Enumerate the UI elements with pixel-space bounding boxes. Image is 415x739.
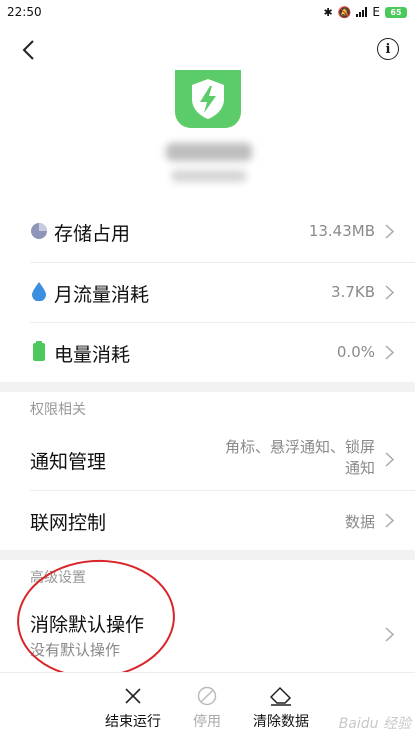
notification-value-line2: 通知 — [344, 459, 375, 477]
mute-icon: 🔕 — [337, 5, 352, 19]
clear-data-button[interactable]: 清除数据 — [246, 685, 316, 731]
power-label: 电量消耗 — [54, 344, 131, 366]
info-button[interactable]: i — [377, 38, 399, 60]
notification-value: 角标、悬浮通知、锁屏 通知 — [215, 437, 375, 479]
chevron-right-icon — [383, 283, 395, 301]
clear-data-label: 清除数据 — [253, 714, 309, 730]
chevron-right-icon — [383, 625, 395, 643]
traffic-value: 3.7KB — [331, 283, 375, 301]
app-name-blurred — [166, 143, 252, 161]
notification-row[interactable]: 通知管理 角标、悬浮通知、锁屏 通知 — [0, 428, 415, 490]
back-button[interactable] — [14, 36, 42, 64]
disable-button: 停用 — [172, 685, 242, 731]
advanced-header: 高级设置 — [30, 570, 86, 586]
network-control-row[interactable]: 联网控制 数据 — [0, 490, 415, 550]
storage-value: 13.43MB — [308, 222, 375, 240]
shield-bolt-icon — [192, 79, 224, 119]
status-bar: 22:50 ✱ 🔕 E 65 — [0, 0, 415, 24]
eraser-icon — [270, 685, 292, 707]
back-arrow-icon — [22, 40, 34, 60]
traffic-label: 月流量消耗 — [54, 284, 150, 306]
network-type: E — [372, 5, 380, 19]
network-control-label: 联网控制 — [30, 512, 107, 534]
info-icon: i — [385, 41, 391, 57]
battery-status-icon — [30, 341, 48, 361]
section-gap — [0, 382, 415, 392]
battery-level: 65 — [390, 7, 402, 17]
power-row[interactable]: 电量消耗 0.0% — [0, 322, 415, 382]
storage-label: 存储占用 — [54, 223, 131, 245]
chevron-right-icon — [383, 343, 395, 361]
notification-label: 通知管理 — [30, 451, 107, 473]
permissions-header: 权限相关 — [30, 402, 86, 418]
force-stop-button[interactable]: 结束运行 — [98, 685, 168, 731]
notification-value-line1: 角标、悬浮通知、锁屏 — [224, 438, 375, 456]
clear-defaults-row[interactable]: 消除默认操作 没有默认操作 — [0, 598, 415, 670]
close-x-icon — [122, 685, 144, 707]
status-icons: ✱ 🔕 E 65 — [323, 5, 407, 19]
network-control-value: 数据 — [344, 513, 375, 531]
chevron-right-icon — [383, 450, 395, 468]
status-time: 22:50 — [7, 5, 42, 19]
clear-defaults-sub: 没有默认操作 — [30, 641, 121, 659]
section-gap — [0, 550, 415, 560]
power-value: 0.0% — [336, 343, 375, 361]
bottom-action-bar: 结束运行 停用 清除数据 Baidu 经验 — [0, 672, 415, 739]
clear-defaults-label: 消除默认操作 — [30, 614, 145, 636]
chevron-right-icon — [383, 511, 395, 529]
prohibited-icon — [196, 685, 218, 707]
force-stop-label: 结束运行 — [105, 714, 161, 730]
pie-chart-icon — [30, 222, 48, 240]
storage-row[interactable]: 存储占用 13.43MB — [0, 200, 415, 262]
traffic-row[interactable]: 月流量消耗 3.7KB — [0, 262, 415, 322]
water-drop-icon — [30, 282, 48, 301]
battery-icon: 65 — [385, 6, 407, 18]
watermark: Baidu 经验 — [338, 716, 411, 732]
chevron-right-icon — [383, 222, 395, 240]
app-icon — [175, 70, 241, 128]
bluetooth-icon: ✱ — [323, 5, 333, 19]
signal-icon — [356, 7, 368, 17]
app-version-blurred — [171, 170, 247, 182]
disable-label: 停用 — [193, 714, 221, 730]
